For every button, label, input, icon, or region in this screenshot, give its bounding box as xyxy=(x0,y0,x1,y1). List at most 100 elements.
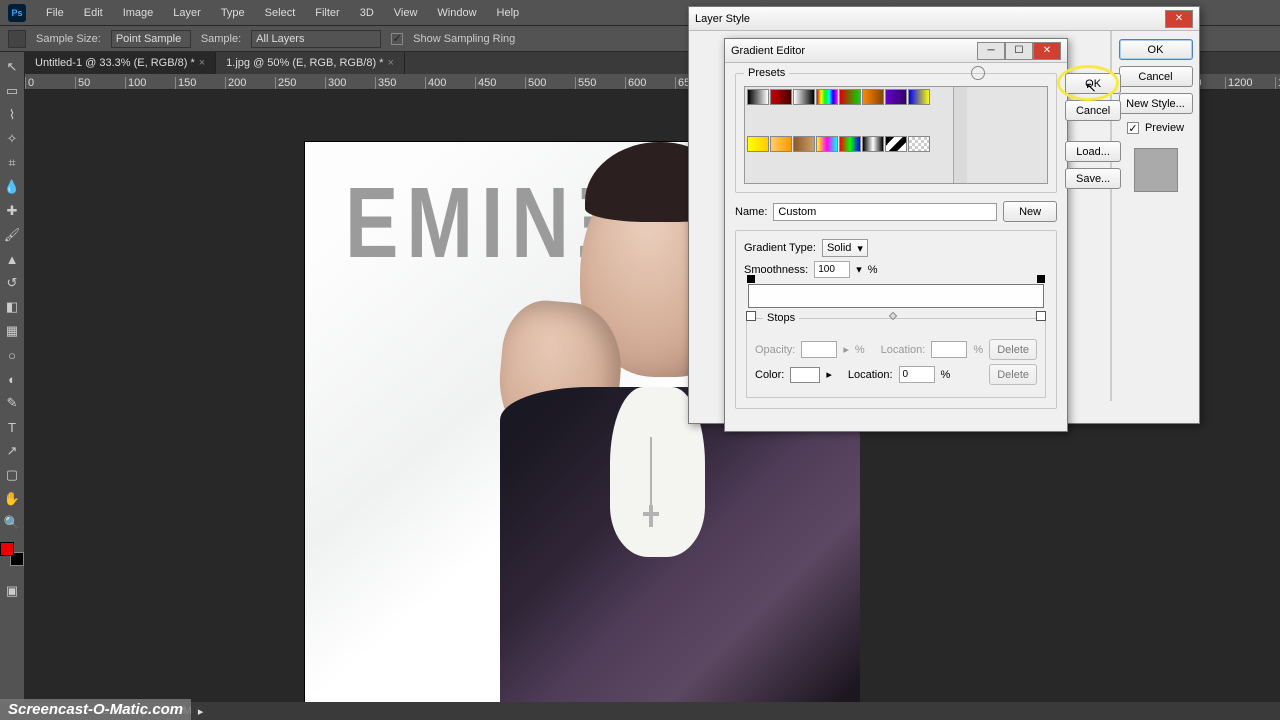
sampling-ring-checkbox[interactable]: ✓ xyxy=(391,33,403,45)
menu-file[interactable]: File xyxy=(36,3,74,23)
cancel-button[interactable]: Cancel xyxy=(1065,100,1121,121)
opacity-stop[interactable] xyxy=(1037,275,1045,283)
eyedropper-tool[interactable]: 💧 xyxy=(0,176,24,198)
hand-tool[interactable]: ✋ xyxy=(0,488,24,510)
gradient-bar[interactable] xyxy=(748,284,1044,308)
zoom-tool[interactable]: 🔍 xyxy=(0,512,24,534)
preset-swatch[interactable] xyxy=(908,136,930,152)
preset-swatch[interactable] xyxy=(885,136,907,152)
smoothness-label: Smoothness: xyxy=(744,264,808,276)
shape-tool[interactable]: ▢ xyxy=(0,464,24,486)
path-tool[interactable]: ↗ xyxy=(0,440,24,462)
app-icon: Ps xyxy=(8,4,26,22)
gradient-editor-dialog: Gradient Editor ─ ☐ ✕ Presets Name: xyxy=(724,38,1068,432)
foreground-color[interactable] xyxy=(0,542,14,556)
preset-swatch[interactable] xyxy=(816,89,838,105)
color-picker[interactable] xyxy=(0,542,24,566)
stops-label: Stops xyxy=(763,312,799,324)
dialog-titlebar[interactable]: Layer Style ✕ xyxy=(689,7,1199,31)
active-tool-icon xyxy=(8,30,26,48)
preview-label: Preview xyxy=(1145,122,1184,134)
history-brush-tool[interactable]: ↺ xyxy=(0,272,24,294)
preset-swatch[interactable] xyxy=(770,136,792,152)
document-tab[interactable]: 1.jpg @ 50% (E, RGB, RGB/8) *× xyxy=(216,52,405,74)
document-tab[interactable]: Untitled-1 @ 33.3% (E, RGB/8) *× xyxy=(25,52,216,74)
preset-swatch[interactable] xyxy=(770,89,792,105)
close-icon[interactable]: × xyxy=(199,57,205,69)
move-tool[interactable]: ↖ xyxy=(0,56,24,78)
presets-label: Presets xyxy=(744,67,789,79)
preset-swatch[interactable] xyxy=(908,89,930,105)
blur-tool[interactable]: ○ xyxy=(0,344,24,366)
sample-select[interactable]: All Layers xyxy=(251,30,381,48)
preset-swatch[interactable] xyxy=(839,89,861,105)
name-input[interactable] xyxy=(773,203,997,221)
opacity-stop[interactable] xyxy=(747,275,755,283)
eraser-tool[interactable]: ◧ xyxy=(0,296,24,318)
preset-swatch[interactable] xyxy=(862,136,884,152)
menu-filter[interactable]: Filter xyxy=(305,3,349,23)
chevron-down-icon[interactable]: ▾ xyxy=(856,263,862,276)
close-icon[interactable]: × xyxy=(387,57,393,69)
dialog-titlebar[interactable]: Gradient Editor ─ ☐ ✕ xyxy=(725,39,1067,63)
brush-tool[interactable]: 🖌 xyxy=(0,224,24,246)
menu-view[interactable]: View xyxy=(384,3,428,23)
presets-box xyxy=(744,86,1048,184)
preset-swatch[interactable] xyxy=(793,89,815,105)
menu-3d[interactable]: 3D xyxy=(350,3,384,23)
preset-swatch[interactable] xyxy=(747,89,769,105)
cancel-button[interactable]: Cancel xyxy=(1119,66,1193,87)
maximize-button[interactable]: ☐ xyxy=(1005,42,1033,60)
quickmask-toggle[interactable]: ▣ xyxy=(0,580,24,602)
menu-help[interactable]: Help xyxy=(487,3,530,23)
location-label: Location: xyxy=(881,344,926,356)
wand-tool[interactable]: ✧ xyxy=(0,128,24,150)
pen-tool[interactable]: ✎ xyxy=(0,392,24,414)
new-style-button[interactable]: New Style... xyxy=(1119,93,1193,114)
sample-size-select[interactable]: Point Sample xyxy=(111,30,191,48)
new-button[interactable]: New xyxy=(1003,201,1057,222)
name-label: Name: xyxy=(735,206,767,218)
menu-window[interactable]: Window xyxy=(427,3,486,23)
menu-layer[interactable]: Layer xyxy=(163,3,211,23)
stamp-tool[interactable]: ▲ xyxy=(0,248,24,270)
ok-button[interactable]: OK xyxy=(1119,39,1193,60)
load-button[interactable]: Load... xyxy=(1065,141,1121,162)
close-button[interactable]: ✕ xyxy=(1033,42,1061,60)
color-stop[interactable] xyxy=(746,311,756,321)
save-button[interactable]: Save... xyxy=(1065,168,1121,189)
gear-icon[interactable] xyxy=(971,66,985,80)
minimize-button[interactable]: ─ xyxy=(977,42,1005,60)
preset-grid xyxy=(745,87,953,183)
color-stop[interactable] xyxy=(1036,311,1046,321)
preset-swatch[interactable] xyxy=(816,136,838,152)
dodge-tool[interactable]: ◐ xyxy=(0,368,24,390)
gradient-tool[interactable]: ▦ xyxy=(0,320,24,342)
menu-edit[interactable]: Edit xyxy=(74,3,113,23)
marquee-tool[interactable]: ▭ xyxy=(0,80,24,102)
crop-tool[interactable]: ⌗ xyxy=(0,152,24,174)
smoothness-input[interactable] xyxy=(814,261,850,278)
chevron-right-icon[interactable]: ▸ xyxy=(198,705,204,718)
preset-swatch[interactable] xyxy=(839,136,861,152)
location-input[interactable] xyxy=(899,366,935,383)
chevron-right-icon[interactable]: ▸ xyxy=(826,368,832,381)
menu-select[interactable]: Select xyxy=(255,3,306,23)
preset-swatch[interactable] xyxy=(747,136,769,152)
location-label: Location: xyxy=(848,369,893,381)
toolbox: ↖ ▭ ⌇ ✧ ⌗ 💧 ✚ 🖌 ▲ ↺ ◧ ▦ ○ ◐ ✎ T ↗ ▢ ✋ 🔍 … xyxy=(0,52,25,720)
menu-image[interactable]: Image xyxy=(113,3,164,23)
menu-type[interactable]: Type xyxy=(211,3,255,23)
preset-swatch[interactable] xyxy=(885,89,907,105)
lasso-tool[interactable]: ⌇ xyxy=(0,104,24,126)
close-button[interactable]: ✕ xyxy=(1165,10,1193,28)
preset-swatch[interactable] xyxy=(862,89,884,105)
color-swatch[interactable] xyxy=(790,367,820,383)
preset-swatch[interactable] xyxy=(793,136,815,152)
heal-tool[interactable]: ✚ xyxy=(0,200,24,222)
type-select[interactable]: Solid▾ xyxy=(822,239,868,257)
preset-scrollbar[interactable] xyxy=(953,87,967,183)
preview-checkbox[interactable]: ✓ xyxy=(1127,122,1139,134)
type-tool[interactable]: T xyxy=(0,416,24,438)
type-label: Gradient Type: xyxy=(744,242,816,254)
